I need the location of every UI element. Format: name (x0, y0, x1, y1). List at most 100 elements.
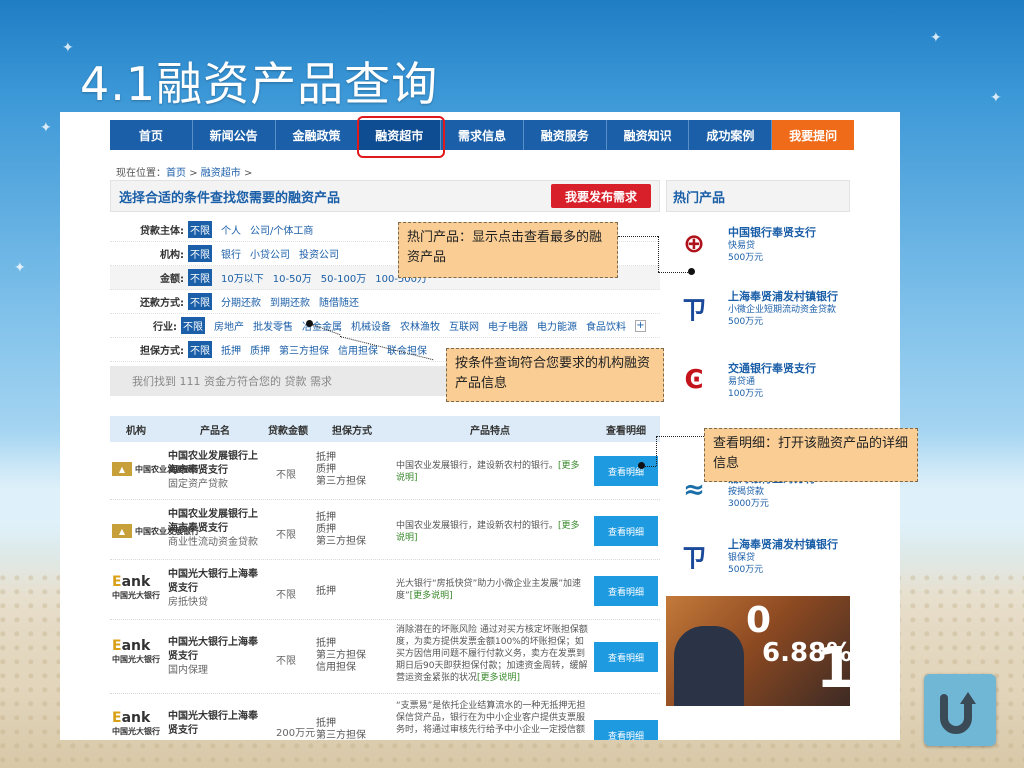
nav-item-ask[interactable]: 我要提问 (772, 120, 855, 150)
filter-option[interactable]: 到期还款 (270, 294, 310, 309)
view-detail-button[interactable]: 查看明细 (594, 576, 658, 606)
nav-item-cases[interactable]: 成功案例 (689, 120, 773, 150)
product-institution[interactable]: 中国农业发展银行上海市奉贤支行 商业性流动资金贷款 (168, 508, 260, 550)
nav-item-home[interactable]: 首页 (110, 120, 193, 150)
ceb-logo-icon: Eank (112, 710, 151, 726)
hot-product-item[interactable]: Ͼ 交通银行奉贤支行 易贷通 100万元 (666, 356, 850, 412)
sparkle-icon: ✦ (930, 30, 942, 46)
breadcrumb-current[interactable]: 融资超市 (201, 168, 241, 179)
view-detail-button[interactable]: 查看明细 (594, 516, 658, 546)
nav-item-news[interactable]: 新闻公告 (193, 120, 276, 150)
filter-option[interactable]: 不限 (188, 269, 212, 286)
filter-option[interactable]: 不限 (180, 317, 205, 334)
filter-option[interactable]: 不限 (188, 341, 212, 358)
hot-product-bank[interactable]: 上海奉贤浦发村镇银行 (728, 288, 838, 304)
adbc-logo-icon: ▲ (112, 524, 132, 538)
filter-option[interactable]: 10万以下 (221, 270, 264, 285)
nav-item-policy[interactable]: 金融政策 (276, 120, 359, 150)
view-detail-button[interactable]: 查看明细 (594, 456, 658, 486)
institution-logo: Eank 中国光大银行 (112, 574, 160, 600)
filter-option[interactable]: 食品饮料 (586, 318, 626, 333)
filter-option[interactable]: 互联网 (449, 318, 479, 333)
product-institution[interactable]: 中国光大银行上海奉贤支行 房抵快贷 (168, 568, 260, 610)
view-detail-button[interactable]: 查看明细 (594, 720, 658, 740)
table-row: Eank 中国光大银行 中国光大银行上海奉贤支行 200万元 抵押 第三方担保 “… (110, 696, 660, 740)
breadcrumb-separator: > (243, 168, 253, 179)
filter-option[interactable]: 分期还款 (221, 294, 261, 309)
filter-option[interactable]: 50-100万 (321, 270, 366, 285)
main-nav: 首页 新闻公告 金融政策 融资超市 需求信息 融资服务 融资知识 成功案例 我要… (110, 120, 855, 150)
filter-header: 选择合适的条件查找您需要的融资产品 我要发布需求 (110, 180, 660, 212)
filter-option[interactable]: 不限 (188, 221, 212, 238)
publish-demand-button[interactable]: 我要发布需求 (551, 184, 651, 208)
filter-option[interactable]: 公司/个体工商 (250, 222, 313, 237)
breadcrumb: 现在位置：首页 > 融资超市 > (116, 164, 252, 179)
hot-product-desc: 快易贷 500万元 (728, 241, 764, 263)
filter-row-industry: 行业: 不限 房地产 批发零售 金属 冶金金属 机械设备 农林渔牧 互联网 电子… (110, 314, 660, 338)
expand-icon[interactable]: + (634, 319, 646, 332)
filter-label: 贷款主体: (140, 226, 184, 237)
ceb-logo-icon: Eank (112, 638, 151, 654)
nav-item-service[interactable]: 融资服务 (524, 120, 607, 150)
breadcrumb-home[interactable]: 首页 (166, 168, 186, 179)
promo-tail-number: 1 (816, 636, 850, 701)
product-description: 消除潜在的坏账风险 通过对买方核定坏账担保额度，为卖方提供发票金额100%的坏账… (396, 625, 588, 683)
filter-option[interactable]: 电力能源 (537, 318, 577, 333)
promo-big-number: 0 (746, 600, 772, 641)
filter-label: 担保方式: (140, 346, 184, 357)
filter-option[interactable]: 第三方担保 (279, 342, 329, 357)
leader-line (658, 272, 688, 273)
filter-option[interactable]: 机械设备 (351, 318, 391, 333)
sparkle-icon: ✦ (62, 40, 74, 56)
hot-product-bank[interactable]: 中国银行奉贤支行 (728, 224, 816, 240)
filter-option[interactable]: 抵押 (221, 342, 241, 357)
table-row: Eank 中国光大银行 中国光大银行上海奉贤支行 国内保理 不限 抵押 第三方担保… (110, 622, 660, 694)
filter-option[interactable]: 批发零售 (253, 318, 293, 333)
filter-option[interactable]: 不限 (188, 245, 212, 262)
view-detail-button[interactable]: 查看明细 (594, 642, 658, 672)
guarantee-type: 抵押 质押 第三方担保 (316, 512, 366, 547)
loan-amount: 不限 (276, 530, 296, 541)
loan-amount: 不限 (276, 656, 296, 667)
column-header: 产品名 (200, 425, 230, 437)
hot-product-bank[interactable]: 上海奉贤浦发村镇银行 (728, 536, 838, 552)
filter-option[interactable]: 房地产 (214, 318, 244, 333)
more-link[interactable]: [更多说明] (477, 673, 520, 683)
filter-option[interactable]: 质押 (250, 342, 270, 357)
filter-option[interactable]: 投资公司 (299, 246, 339, 261)
filter-option[interactable]: 个人 (221, 222, 241, 237)
table-row: ▲ 中国农业发展银行 中国农业发展银行上海市奉贤支行 商业性流动资金贷款 不限 抵… (110, 502, 660, 560)
filter-option[interactable]: 随借随还 (319, 294, 359, 309)
filter-option[interactable]: 小贷公司 (250, 246, 290, 261)
column-header: 产品特点 (470, 425, 510, 437)
nav-item-demand[interactable]: 需求信息 (441, 120, 524, 150)
callout-hot-products: 热门产品：显示点击查看最多的融资产品 (398, 222, 618, 278)
filter-label: 还款方式: (140, 298, 184, 309)
column-header: 贷款金额 (268, 425, 308, 437)
product-institution[interactable]: 中国光大银行上海奉贤支行 国内保理 (168, 636, 260, 678)
return-button[interactable] (924, 674, 996, 746)
filter-option[interactable]: 10-50万 (273, 270, 312, 285)
hot-product-item[interactable]: ㄗ 上海奉贤浦发村镇银行 小微企业短期流动资金贷款 500万元 (666, 284, 850, 348)
filter-option[interactable]: 电子电器 (488, 318, 528, 333)
nav-item-knowledge[interactable]: 融资知识 (607, 120, 690, 150)
product-institution[interactable]: 中国农业发展银行上海市奉贤支行 固定资产贷款 (168, 450, 260, 492)
institution-logo: Eank 中国光大银行 (112, 638, 160, 664)
product-institution[interactable]: 中国光大银行上海奉贤支行 (168, 710, 260, 738)
filter-option[interactable]: 农林渔牧 (400, 318, 440, 333)
filter-option[interactable]: 银行 (221, 246, 241, 261)
hot-product-desc: 小微企业短期流动资金贷款 500万元 (728, 305, 837, 327)
hot-product-bank[interactable]: 交通银行奉贤支行 (728, 360, 816, 376)
filter-option[interactable]: 不限 (188, 293, 212, 310)
callout-filter: 按条件查询符合您要求的机构融资产品信息 (446, 348, 664, 402)
website-screenshot: 首页 新闻公告 金融政策 融资超市 需求信息 融资服务 融资知识 成功案例 我要… (60, 112, 900, 740)
table-header: 机构 产品名 贷款金额 担保方式 产品特点 查看明细 (110, 416, 660, 442)
product-description: 中国农业发展银行，建设新农村的银行。[更多说明] (396, 461, 580, 483)
leader-line (656, 436, 657, 466)
filter-row-repayment: 还款方式: 不限 分期还款 到期还款 随借随还 (110, 290, 660, 314)
marker-dot (688, 268, 695, 275)
hot-product-item[interactable]: ㄗ 上海奉贤浦发村镇银行 银保贷 500万元 (666, 532, 850, 592)
filter-label: 行业: (152, 322, 177, 333)
more-link[interactable]: [更多说明] (410, 591, 453, 601)
promo-banner[interactable]: 0 6.88% 1 (666, 596, 850, 706)
